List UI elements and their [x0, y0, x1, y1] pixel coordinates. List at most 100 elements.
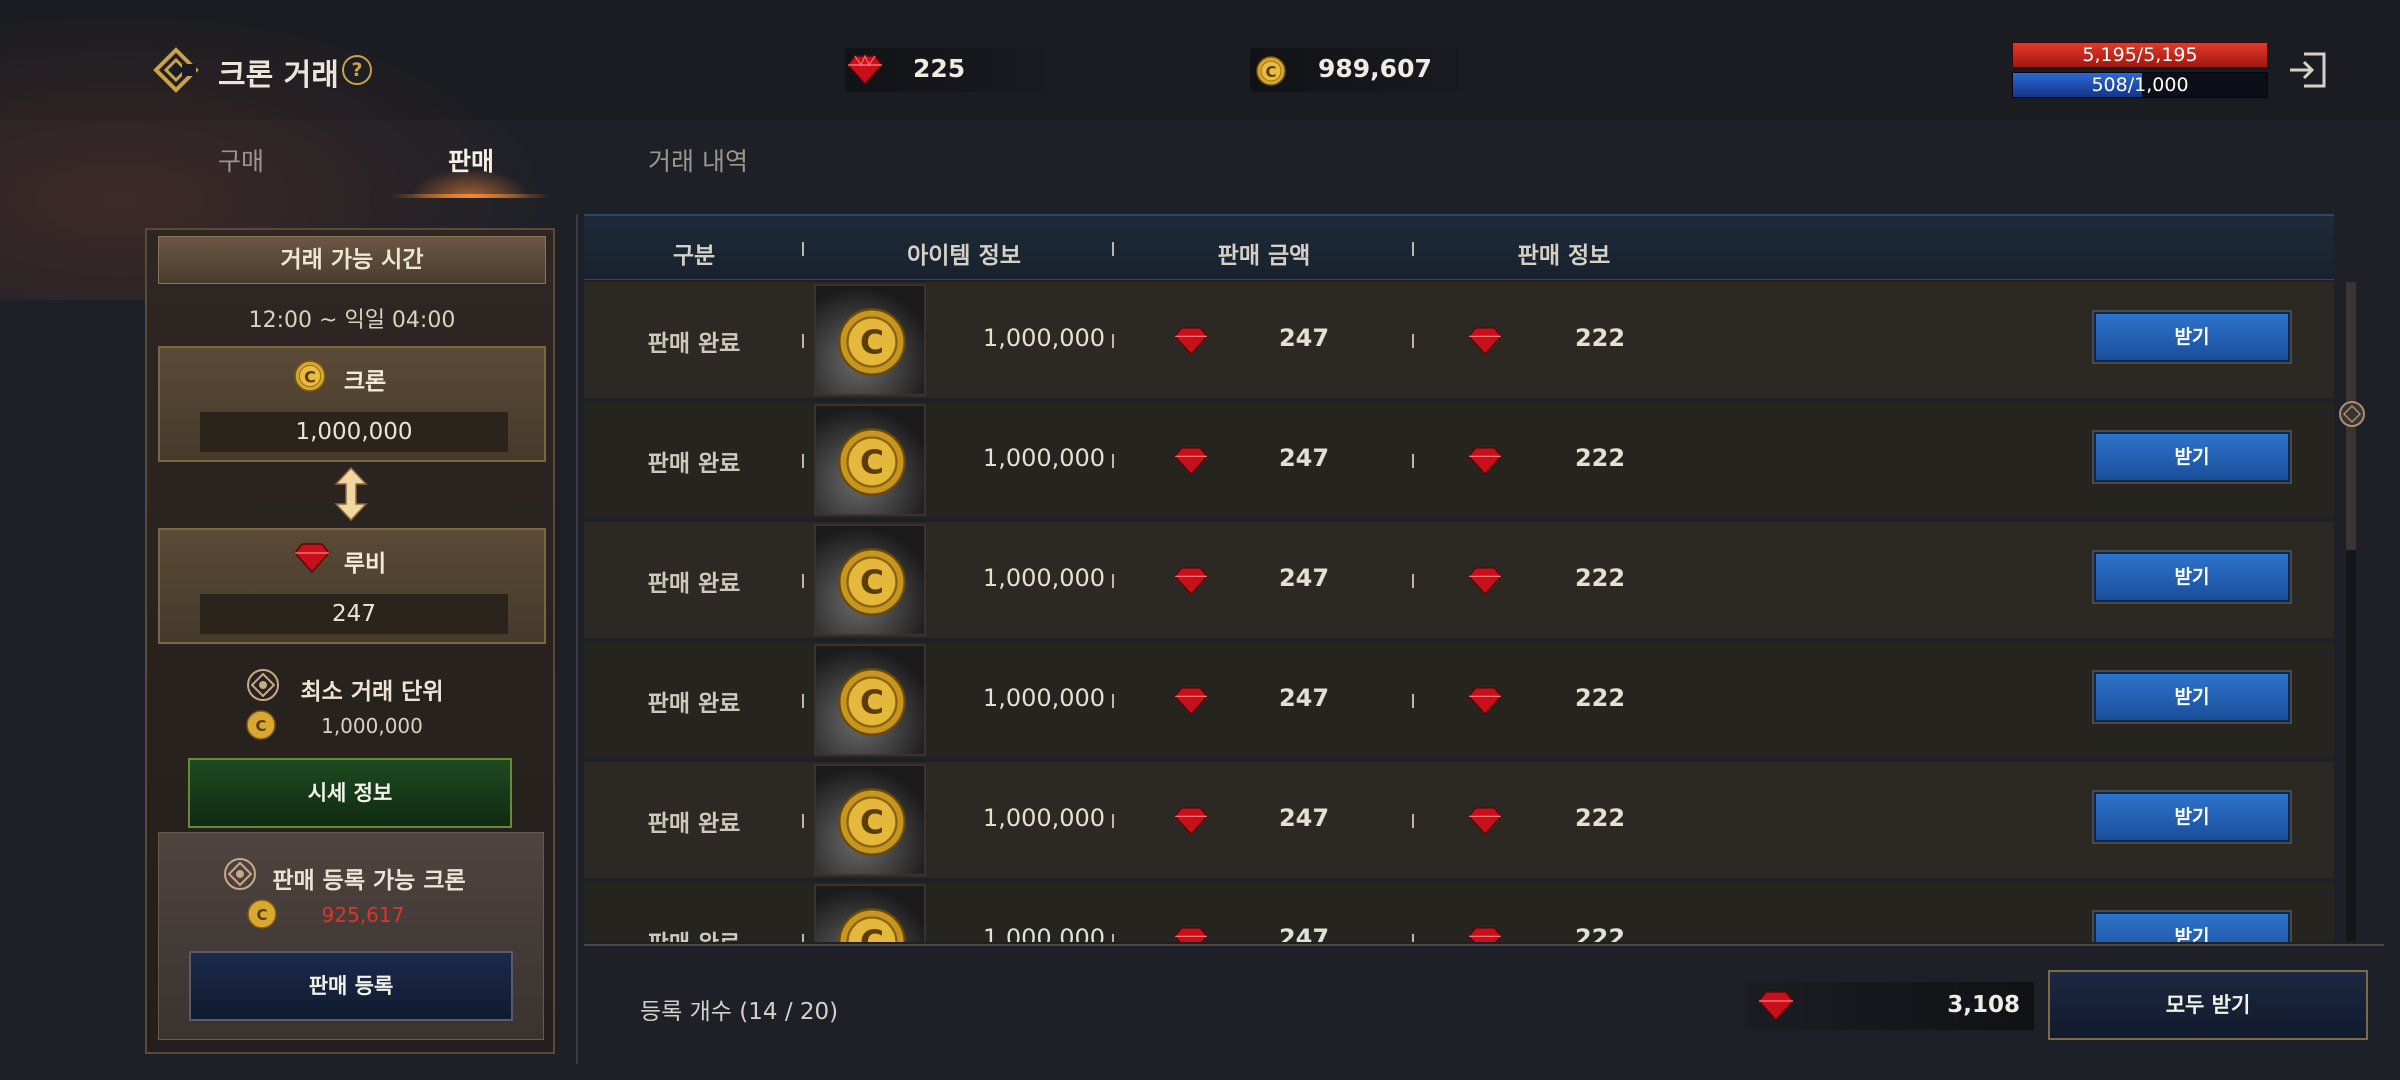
row-sale-price: 247	[1278, 324, 1330, 352]
row-separator	[1112, 694, 1114, 708]
row-amount: 1,000,000	[982, 684, 1106, 712]
header-category: 구분	[672, 243, 716, 269]
row-separator	[802, 694, 804, 708]
row-separator	[1412, 934, 1414, 942]
row-separator	[802, 334, 804, 348]
row-amount: 1,000,000	[982, 444, 1106, 472]
ruby-gem-icon	[1468, 686, 1502, 720]
tab-sell[interactable]: 판매	[448, 142, 494, 178]
cron-coin-icon: C	[814, 644, 926, 756]
total-ruby-value: 3,108	[1947, 992, 2020, 1018]
mp-text: 508/1,000	[2091, 74, 2189, 96]
row-separator	[1112, 454, 1114, 468]
row-sale-info: 222	[1574, 804, 1626, 832]
row-separator	[1412, 334, 1414, 348]
table-row: 판매 완료 C 1,000,000 247 222 받기	[584, 882, 2334, 942]
cron-coin-icon: C	[814, 404, 926, 516]
ruby-gem-icon	[1468, 326, 1502, 360]
ruby-value[interactable]: 247	[200, 594, 508, 634]
tab-active-underline	[390, 194, 550, 198]
row-separator	[1112, 334, 1114, 348]
claim-button[interactable]: 받기	[2094, 912, 2290, 942]
cron-coin-icon: C	[814, 764, 926, 876]
header-sale-info: 판매 정보	[1517, 243, 1611, 269]
row-separator	[1112, 574, 1114, 588]
svg-text:C: C	[1265, 63, 1276, 81]
row-sale-price: 247	[1278, 684, 1330, 712]
tab-buy[interactable]: 구매	[218, 142, 264, 178]
ruby-gem-icon	[1174, 926, 1208, 942]
claim-all-button[interactable]: 모두 받기	[2048, 970, 2368, 1040]
claim-button[interactable]: 받기	[2094, 552, 2290, 602]
table-row: 판매 완료 C 1,000,000 247 222 받기	[584, 402, 2334, 518]
row-amount: 1,000,000	[982, 564, 1106, 592]
header-separator	[1112, 242, 1114, 256]
table-row: 판매 완료 C 1,000,000 247 222 받기	[584, 522, 2334, 638]
coin-balance: 989,607	[1318, 54, 1432, 83]
svg-text:C: C	[860, 324, 884, 362]
cron-coin-icon: C	[814, 524, 926, 636]
row-sale-info: 222	[1574, 324, 1626, 352]
row-sale-price: 247	[1278, 444, 1330, 472]
panel-divider	[576, 214, 578, 1064]
svg-text:C: C	[860, 684, 884, 722]
ruby-gem-icon	[1468, 806, 1502, 840]
claim-button[interactable]: 받기	[2094, 792, 2290, 842]
header-sale-price: 판매 금액	[1217, 243, 1311, 269]
row-sale-info: 222	[1574, 444, 1626, 472]
row-amount: 1,000,000	[982, 924, 1106, 942]
table-header: 구분 아이템 정보 판매 금액 판매 정보	[584, 214, 2334, 280]
help-icon[interactable]: ?	[342, 55, 372, 85]
row-separator	[1412, 694, 1414, 708]
row-sale-price: 247	[1278, 564, 1330, 592]
ruby-gem-icon	[1468, 566, 1502, 600]
row-status: 판매 완료	[647, 691, 741, 717]
header-separator	[1412, 242, 1414, 256]
register-sale-button[interactable]: 판매 등록	[189, 951, 513, 1021]
scrollbar-knob-icon[interactable]	[2338, 400, 2366, 428]
ruby-gem-icon	[1174, 566, 1208, 600]
ruby-balance-box: 225	[845, 48, 1045, 92]
claim-button[interactable]: 받기	[2094, 432, 2290, 482]
price-info-button[interactable]: 시세 정보	[188, 758, 512, 828]
cron-label: 크론	[343, 369, 387, 395]
swap-arrows-icon[interactable]	[334, 466, 368, 522]
hp-text: 5,195/5,195	[2082, 44, 2198, 66]
ruby-balance: 225	[913, 54, 966, 83]
row-separator	[1112, 814, 1114, 828]
cron-coin-icon: C	[814, 884, 926, 942]
claim-button[interactable]: 받기	[2094, 312, 2290, 362]
row-sale-info: 222	[1574, 684, 1626, 712]
svg-text:C: C	[860, 444, 884, 482]
claim-button[interactable]: 받기	[2094, 672, 2290, 722]
row-amount: 1,000,000	[982, 804, 1106, 832]
row-amount: 1,000,000	[982, 324, 1106, 352]
footer-divider	[584, 944, 2384, 946]
svg-text:C: C	[860, 804, 884, 842]
table-row: 판매 완료 C 1,000,000 247 222 받기	[584, 282, 2334, 398]
min-trade-unit-value: 1,000,000	[321, 714, 423, 738]
sales-list: 판매 완료 C 1,000,000 247 222 받기 판매 완료 C 1,000,000 24…	[584, 282, 2334, 942]
cron-value[interactable]: 1,000,000	[200, 412, 508, 452]
ruby-gem-icon	[1174, 806, 1208, 840]
min-trade-unit-label: 최소 거래 단위	[300, 679, 444, 705]
row-separator	[802, 934, 804, 942]
cron-coin-icon: C	[1256, 56, 1286, 86]
ruby-label: 루비	[343, 551, 387, 577]
ruby-amount-box: 루비 247	[158, 528, 546, 644]
page-title: 크론 거래	[218, 58, 339, 93]
table-row: 판매 완료 C 1,000,000 247 222 받기	[584, 762, 2334, 878]
ruby-gem-icon	[1174, 686, 1208, 720]
trade-time-range: 12:00 ~ 익일 04:00	[248, 308, 456, 333]
ruby-gem-icon	[1758, 991, 1794, 1022]
table-row: 판매 완료 C 1,000,000 247 222 받기	[584, 642, 2334, 758]
trade-time-header: 거래 가능 시간	[158, 236, 546, 284]
registration-count: 등록 개수 (14 / 20)	[640, 999, 839, 1025]
ruby-gem-icon	[847, 54, 883, 86]
row-status: 판매 완료	[647, 811, 741, 837]
tab-history[interactable]: 거래 내역	[648, 142, 748, 178]
exit-door-icon[interactable]	[2286, 48, 2330, 92]
sellable-cron-label: 판매 등록 가능 크론	[272, 868, 466, 894]
row-separator	[1412, 574, 1414, 588]
row-separator	[802, 814, 804, 828]
